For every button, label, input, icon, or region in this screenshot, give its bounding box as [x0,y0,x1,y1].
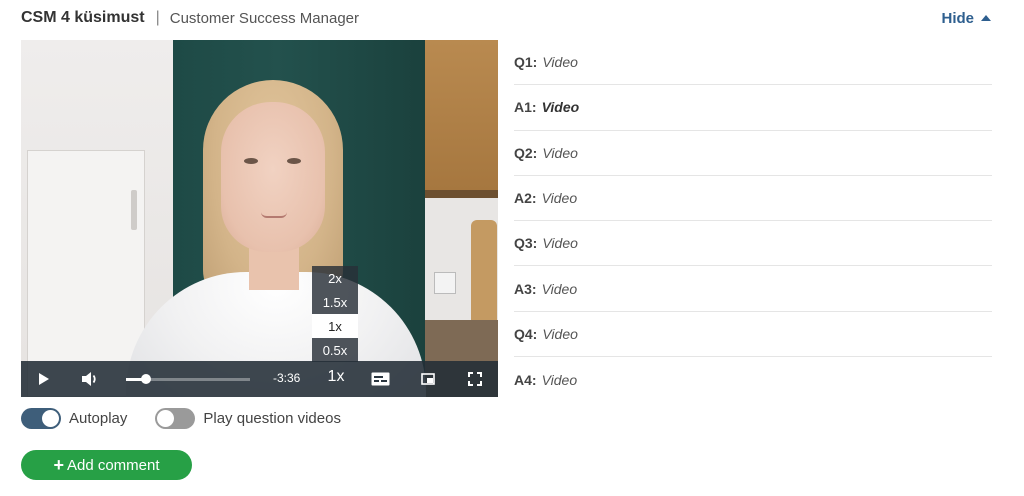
qa-item[interactable]: A3: Video [514,266,992,312]
caret-up-icon [981,15,991,21]
qa-value: Video [542,235,578,252]
qa-item[interactable]: Q2: Video [514,131,992,176]
question-videos-label: Play question videos [203,410,341,427]
page-header: CSM 4 küsimust | Customer Success Manage… [21,8,359,28]
autoplay-label: Autoplay [69,410,128,427]
question-videos-toggle[interactable] [155,408,196,429]
video-person-face [221,102,325,252]
qa-value: Video [541,280,578,297]
hide-label: Hide [941,10,974,27]
video-scene-shelf [425,190,498,198]
qa-key: A3: [514,280,537,297]
video-scene-door [27,150,145,397]
progress-bar[interactable] [126,374,250,384]
qa-value: Video [541,371,578,388]
speed-option-1x[interactable]: 1x [312,314,358,338]
qa-key: Q2: [514,144,538,161]
video-person-mouth [261,212,287,218]
progress-handle[interactable] [140,374,151,384]
video-person-eye [244,158,258,164]
video-person-eye [287,158,301,164]
speed-option-1-5x[interactable]: 1.5x [312,290,358,314]
autoplay-toggle[interactable] [21,408,61,429]
title-separator: | [155,9,160,26]
qa-value: Video [541,99,580,116]
playback-speed-menu: 2x 1.5x 1x 0.5x [312,266,358,362]
qa-item-current[interactable]: A1: Video [514,85,992,131]
captions-icon[interactable] [371,372,390,386]
time-remaining: -3:36 [273,371,301,385]
playback-speed-button[interactable]: 1x [325,368,347,386]
plus-icon: + [53,455,64,475]
question-answer-list: Q1: Video A1: Video Q2: Video A2: Video Q3: V… [514,40,992,402]
qa-item[interactable]: Q4: Video [514,312,992,358]
video-frame [21,40,498,397]
video-scene-outlet [434,272,456,294]
video-scene-handle [131,190,137,230]
qa-key: A2: [514,190,537,207]
speed-option-2x[interactable]: 2x [312,266,358,290]
qa-key: A4: [514,371,537,388]
playback-options: Autoplay Play question videos [21,408,341,429]
speed-option-0-5x[interactable]: 0.5x [312,338,358,362]
qa-value: Video [542,144,578,161]
toggle-knob [42,410,59,427]
qa-key: Q3: [514,235,538,252]
qa-value: Video [542,54,578,71]
qa-value: Video [541,190,578,207]
add-comment-label: Add comment [66,456,160,474]
video-scene-cabinet [425,40,498,190]
qa-item[interactable]: A2: Video [514,176,992,222]
qa-item[interactable]: A4: Video [514,357,992,402]
fullscreen-icon[interactable] [468,372,482,386]
qa-value: Video [542,325,578,342]
qa-key: A1: [514,99,537,116]
picture-in-picture-icon[interactable] [421,373,435,385]
page-subtitle: Customer Success Manager [169,9,359,27]
video-player[interactable]: 2x 1.5x 1x 0.5x -3:36 1x [21,40,498,397]
hide-button[interactable]: Hide [941,10,991,27]
player-controls: -3:36 1x [21,361,498,397]
toggle-knob [157,410,175,427]
play-icon[interactable] [38,372,50,386]
page-title: CSM 4 küsimust [21,9,145,26]
qa-item[interactable]: Q3: Video [514,221,992,267]
add-comment-button[interactable]: + Add comment [21,450,192,480]
qa-item[interactable]: Q1: Video [514,40,992,86]
volume-icon[interactable] [81,371,99,387]
qa-key: Q1: [514,54,538,71]
qa-key: Q4: [514,325,538,342]
